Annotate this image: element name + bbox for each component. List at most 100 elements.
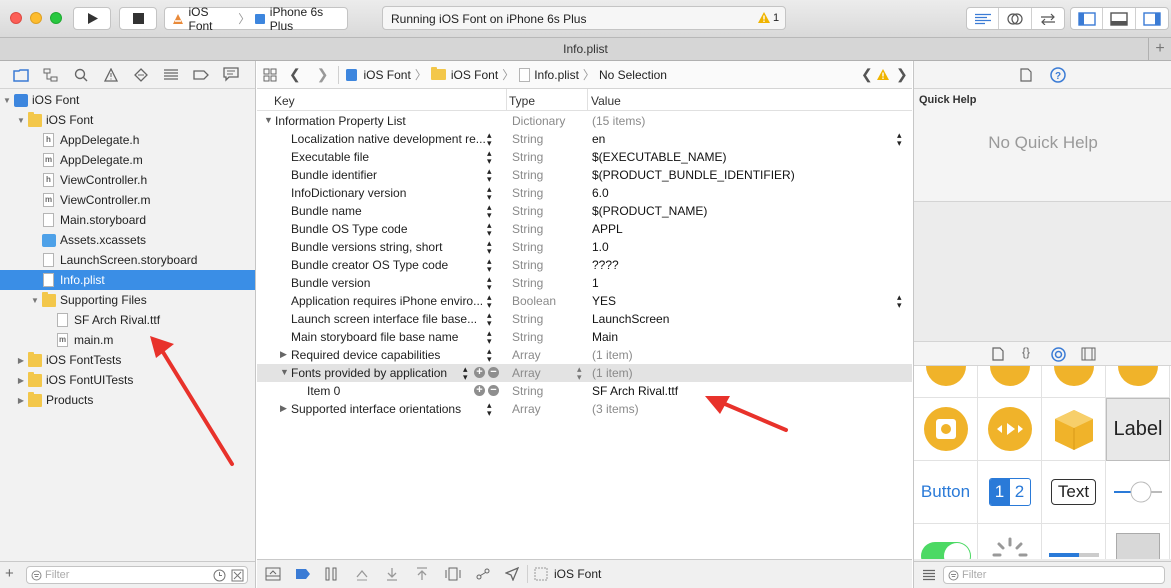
folder-icon[interactable] [13,68,29,82]
library-item[interactable] [914,366,978,398]
related-items-icon[interactable] [263,68,277,82]
key-stepper[interactable]: ▴ ▾ [487,275,492,292]
disclosure-expanded-icon[interactable]: ▼ [30,296,40,305]
hide-debug-area-icon[interactable] [265,567,281,581]
plist-value[interactable]: (1 item) [592,366,633,380]
minimize-window-button[interactable] [30,12,42,24]
nav-item[interactable]: LaunchScreen.storyboard [0,250,255,270]
disclosure-expanded-icon[interactable]: ▼ [264,115,273,125]
plist-key[interactable]: InfoDictionary version [291,186,487,200]
plist-key[interactable]: Bundle versions string, short [291,240,487,254]
disclosure-expanded-icon[interactable]: ▼ [280,367,289,377]
disclosure-collapsed-icon[interactable]: ▶ [280,349,287,360]
nav-item[interactable]: Assets.xcassets [0,230,255,250]
file-inspector-icon[interactable] [1020,68,1032,82]
plist-type[interactable]: String [512,186,543,200]
key-stepper[interactable]: ▴ ▾ [487,239,492,256]
breakpoint-icon[interactable] [193,68,209,82]
plist-value[interactable]: (15 items) [592,114,645,128]
memory-graph-icon[interactable] [475,567,491,581]
nav-item[interactable]: ▶ Products [0,390,255,410]
plist-type[interactable]: String [512,222,543,236]
library-item[interactable] [1106,366,1170,398]
plist-row[interactable]: Bundle version ▴ ▾ String 1 [257,274,912,292]
location-icon[interactable] [505,567,519,581]
plist-row[interactable]: ▼ Information Property List Dictionary (15 … [257,112,912,130]
plist-key[interactable]: Fonts provided by application [291,366,487,380]
plist-key[interactable]: Information Property List [275,114,490,128]
image-view-item[interactable] [914,398,978,461]
plist-type[interactable]: String [512,330,543,344]
step-over-icon[interactable] [355,567,369,581]
toggle-navigator-button[interactable] [1071,8,1104,29]
quick-help-icon[interactable]: ? [1050,67,1066,83]
plist-row[interactable]: Bundle name ▴ ▾ String $(PRODUCT_NAME) [257,202,912,220]
type-column-header[interactable]: Type [509,94,535,108]
add-item-button[interactable]: + [474,367,485,378]
disclosure-collapsed-icon[interactable]: ▶ [16,376,26,385]
debug-target[interactable]: iOS Font [554,567,601,581]
segmented-control-item[interactable]: 1 2 [978,461,1042,524]
plist-type[interactable]: String [512,204,543,218]
plist-type[interactable]: Boolean [512,294,556,308]
plist-row[interactable]: ▶ Supported interface orientations ▴ ▾ Array… [257,400,912,418]
scenekit-item[interactable] [1042,398,1106,461]
nav-item[interactable]: m ViewController.m [0,190,255,210]
key-stepper[interactable]: ▴ ▾ [487,257,492,274]
version-editor-button[interactable] [1032,8,1064,29]
plist-row[interactable]: Executable file ▴ ▾ String $(EXECUTABLE_NAME… [257,148,912,166]
add-item-button[interactable]: + [474,385,485,396]
av-player-item[interactable] [978,398,1042,461]
key-stepper[interactable]: ▴ ▾ [487,293,492,310]
plist-row[interactable]: ▶ Required device capabilities ▴ ▾ Array (1 i… [257,346,912,364]
plist-row[interactable]: Item 0 + − String SF Arch Rival.ttf [257,382,912,400]
text-field-item[interactable]: Text [1042,461,1106,524]
library-filter-field[interactable]: Filter [943,566,1165,584]
plist-type[interactable]: Array [512,348,541,362]
disclosure-collapsed-icon[interactable]: ▶ [16,356,26,365]
file-template-icon[interactable] [992,347,1004,361]
plist-key[interactable]: Bundle version [291,276,487,290]
debug-icon[interactable] [163,68,179,82]
plist-key[interactable]: Bundle OS Type code [291,222,487,236]
label-item[interactable]: Label [1106,398,1170,461]
button-item[interactable]: Button [914,461,978,524]
plist-row[interactable]: Bundle identifier ▴ ▾ String $(PRODUCT_BUNDL… [257,166,912,184]
key-stepper[interactable]: ▴ ▾ [487,311,492,328]
issue-icon[interactable] [104,68,118,82]
nav-item[interactable]: Main.storyboard [0,210,255,230]
progress-view-item[interactable] [1042,524,1106,559]
plist-type[interactable]: Array [512,402,541,416]
plist-type[interactable]: String [512,168,543,182]
plist-key[interactable]: Supported interface orientations [291,402,487,416]
remove-item-button[interactable]: − [488,367,499,378]
crumb-group[interactable]: iOS Font [451,68,498,82]
run-button[interactable] [73,7,111,30]
plist-type[interactable]: Array [512,366,541,380]
warning-icon[interactable] [757,11,771,24]
code-snippet-icon[interactable]: {} [1022,345,1030,359]
plist-key[interactable]: Required device capabilities [291,348,487,362]
assistant-editor-button[interactable] [999,8,1032,29]
nav-item[interactable]: h AppDelegate.h [0,130,255,150]
nav-item[interactable]: m main.m [0,330,255,350]
key-stepper[interactable]: ▴ ▾ [487,131,492,148]
switch-item[interactable] [914,524,978,559]
plist-row[interactable]: Launch screen interface file base... ▴ ▾ St… [257,310,912,328]
scm-filter-icon[interactable] [231,569,244,582]
plist-value[interactable]: SF Arch Rival.ttf [592,384,678,398]
nav-item[interactable]: SF Arch Rival.ttf [0,310,255,330]
plist-key[interactable]: Localization native development re... [291,132,487,146]
plist-key[interactable]: Main storyboard file base name [291,330,487,344]
nav-item[interactable]: Info.plist [0,270,255,290]
type-stepper[interactable]: ▴ ▾ [577,365,582,382]
toggle-debug-button[interactable] [1103,8,1136,29]
plist-row[interactable]: Bundle versions string, short ▴ ▾ String 1.0 [257,238,912,256]
nav-item[interactable]: ▶ iOS FontTests [0,350,255,370]
plist-key[interactable]: Bundle creator OS Type code [291,258,487,272]
stop-button[interactable] [119,7,157,30]
nav-item[interactable]: h ViewController.h [0,170,255,190]
key-stepper[interactable]: ▴ ▾ [487,329,492,346]
key-stepper[interactable]: ▴ ▾ [487,167,492,184]
search-icon[interactable] [74,68,88,82]
